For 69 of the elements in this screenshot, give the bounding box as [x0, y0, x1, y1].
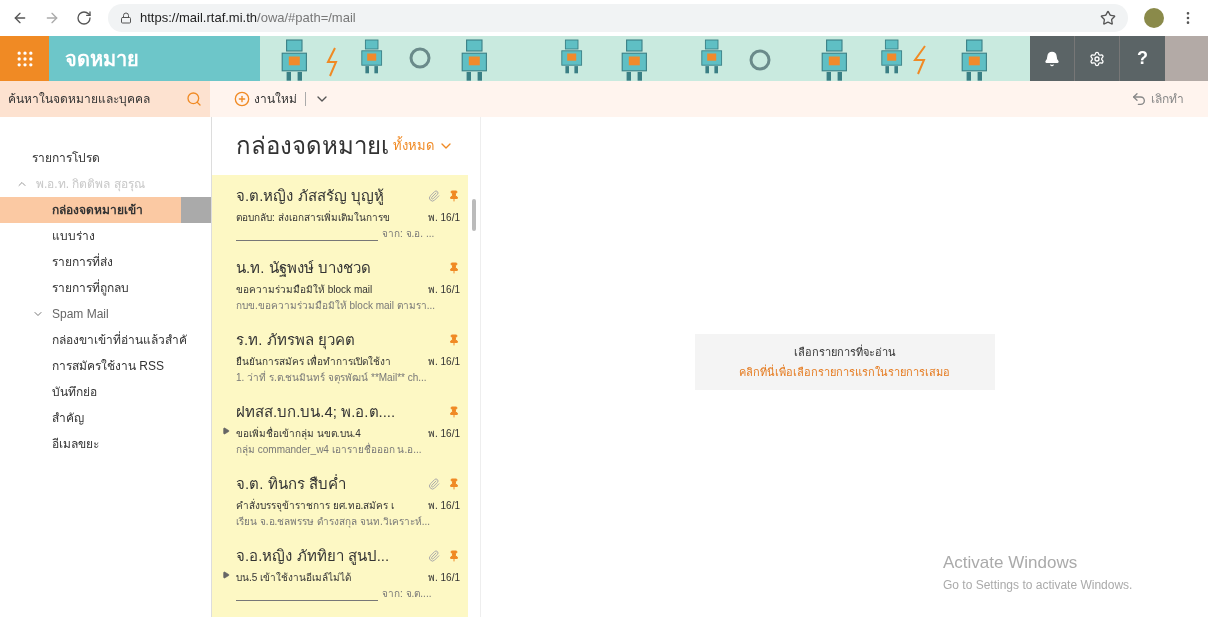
settings-icon: [1089, 50, 1105, 67]
message-preview: จาก: จ.ต....: [382, 587, 432, 601]
sender-name: น.ท. นัฐพงษ์ บางชวด: [236, 257, 372, 279]
message-preview: กบข.ขอความร่วมมือมิให้ block mail ตามรา...: [236, 299, 436, 313]
address-bar[interactable]: https://mail.rtaf.mi.th/owa/#path=/mail: [108, 4, 1128, 32]
message-date: พ. 16/1: [427, 570, 460, 585]
expand-thread-icon[interactable]: [222, 427, 230, 435]
activation-text: Go to Settings to activate Windows.: [943, 576, 1133, 594]
sender-name: จ.ต.หญิง ภัสสรัญ บุญหู้: [236, 185, 385, 208]
message-subject: ตอบกลับ: ส่งเอกสารเพิ่มเติมในการข: [236, 209, 391, 225]
folder-item[interactable]: สำคัญ: [0, 405, 211, 431]
sender-name: จ.ต. ทินกร สืบค่ำ: [236, 473, 347, 494]
message-date: พ. 16/1: [427, 426, 460, 441]
message-subject: บน.5 เข้าใช้งานอีเมล์ไม่ได้: [236, 570, 353, 585]
message-preview: เรียน จ.อ.ชลพรรษ ดำรงสกุล จนท.วิเคราะห์...: [236, 515, 430, 529]
app-title: จดหมาย: [65, 46, 139, 72]
undo-icon: [1131, 91, 1147, 107]
back-icon[interactable]: [12, 10, 28, 26]
lock-icon: [120, 12, 132, 24]
favorites-heading[interactable]: รายการโปรด: [0, 145, 211, 171]
pin-icon[interactable]: [448, 406, 460, 418]
new-item-button[interactable]: งานใหม่: [234, 90, 297, 108]
folder-title: กล่องจดหมายเ: [236, 131, 389, 161]
sender-name: ร.ท. ภัทรพล ยุวคต: [236, 329, 356, 352]
folder-group-label[interactable]: Spam Mail: [52, 305, 109, 323]
message-subject: คำสั่งบรรจุข้าราชการ ยศ.ทอ.สมัคร เ: [236, 497, 396, 513]
pin-icon[interactable]: [448, 550, 460, 562]
folder-item[interactable]: การสมัครใช้งาน RSS: [0, 353, 211, 379]
paperclip-icon: [428, 550, 440, 562]
plus-circle-icon: [234, 91, 250, 107]
sender-name: จ.อ.หญิง ภัททิยา สูนป...: [236, 545, 391, 567]
message-date: พ. 16/1: [427, 210, 460, 225]
folder-item[interactable]: รายการที่ถูกลบ: [0, 275, 211, 301]
forward-icon[interactable]: [44, 10, 60, 26]
paperclip-icon: [428, 190, 440, 202]
expand-thread-icon[interactable]: [222, 571, 230, 579]
message-preview: 1. ว่าที่ ร.ต.ชนมินทร์ จตุรพัฒน์ **Mail** ch...: [236, 370, 427, 385]
pin-icon[interactable]: [448, 262, 460, 274]
pin-icon[interactable]: [448, 334, 460, 346]
folder-item[interactable]: บันทึกย่อ: [0, 379, 211, 405]
pin-icon[interactable]: [448, 190, 460, 202]
scrollbar-thumb[interactable]: [472, 199, 476, 231]
sender-name: ฝทสส.บก.บน.4; พ.อ.ต....: [236, 401, 397, 422]
message-date: พ. 16/1: [427, 354, 460, 369]
reload-icon[interactable]: [76, 10, 92, 26]
bookmark-star-icon[interactable]: [1100, 10, 1116, 26]
profile-avatar[interactable]: [1144, 8, 1164, 28]
message-preview: จาก: จ.อ. ...: [382, 227, 435, 241]
folder-item[interactable]: กล่องขาเข้าที่อ่านแล้วสำคั: [0, 327, 211, 353]
pin-icon[interactable]: [448, 478, 460, 490]
folder-item[interactable]: รายการที่ส่ง: [0, 249, 211, 275]
message-subject: ขอความร่วมมือมิให้ block mail: [236, 282, 374, 297]
folder-item[interactable]: กล่องจดหมายเข้า: [0, 197, 211, 223]
unread-count-placeholder: [181, 197, 211, 223]
folder-item[interactable]: แบบร่าง: [0, 223, 211, 249]
message-subject: ยืนยันการสมัคร เพื่อทำการเปิดใช้งา: [236, 353, 392, 369]
search-icon[interactable]: [186, 91, 202, 107]
message-subject: ขอเพิ่มชื่อเข้ากลุ่ม นขต.บน.4: [236, 425, 362, 441]
message-date: พ. 16/1: [427, 498, 460, 513]
folder-item[interactable]: อีเมลขยะ: [0, 431, 211, 457]
message-preview: กลุ่ม commander_w4 เอารายชื่อออก น.อ...: [236, 442, 422, 457]
activation-title: Activate Windows: [943, 552, 1079, 574]
bell-icon: [1044, 50, 1060, 67]
search-field[interactable]: ค้นหาในจดหมายและบุคคล: [0, 81, 210, 117]
message-date: พ. 16/1: [427, 282, 460, 297]
url-text: https://mail.rtaf.mi.th/owa/#path=/mail: [140, 9, 356, 28]
reading-pane-title: เลือกรายการที่จะอ่าน: [793, 343, 896, 360]
paperclip-icon: [428, 478, 440, 490]
app-launcher-button[interactable]: [0, 36, 49, 81]
